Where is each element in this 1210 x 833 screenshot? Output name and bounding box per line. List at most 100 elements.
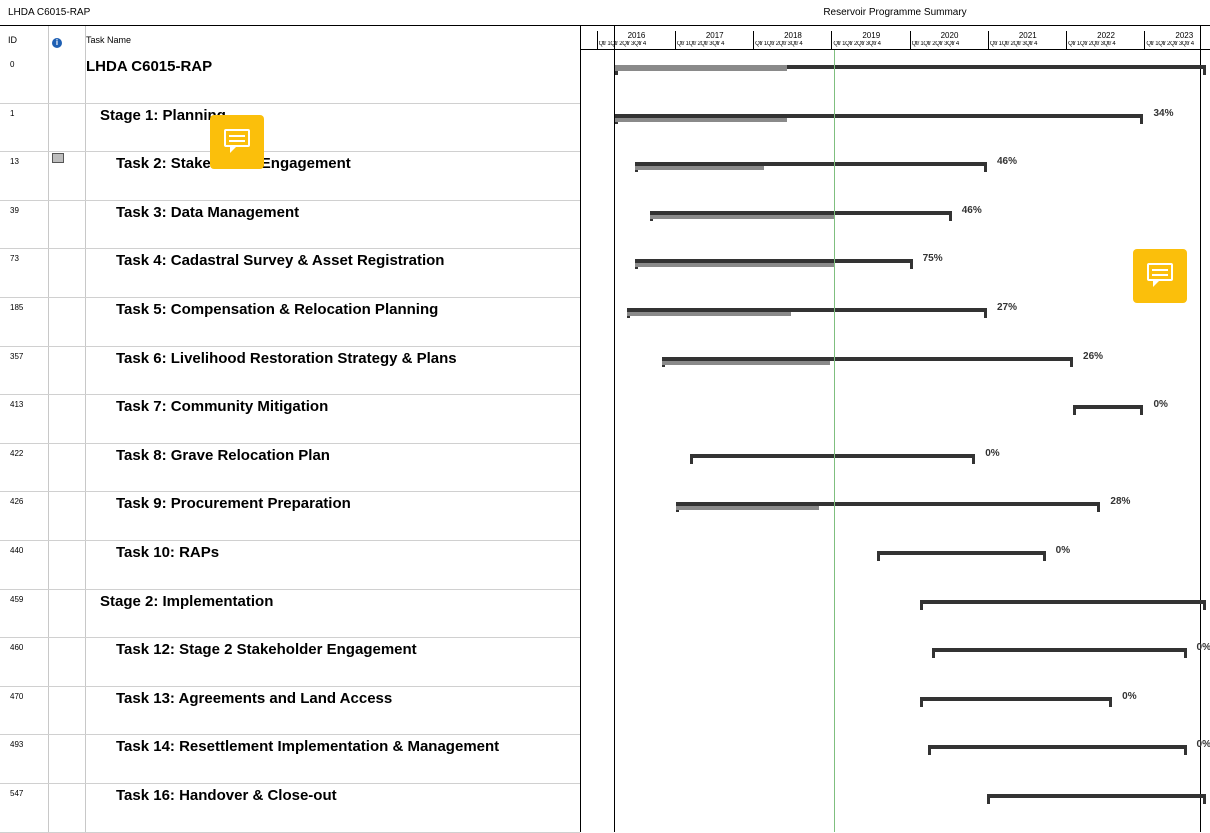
row-divider [0, 491, 580, 493]
task-id[interactable]: 459 [10, 595, 23, 604]
gantt-bar[interactable] [689, 453, 976, 458]
row-divider [0, 637, 580, 639]
gantt-bar-end-cap [909, 259, 913, 270]
task-name[interactable]: Task 5: Compensation & Relocation Planni… [116, 301, 438, 318]
timescale-divider [580, 49, 1210, 50]
row-divider [0, 734, 580, 736]
task-name[interactable]: Task 7: Community Mitigation [116, 398, 328, 415]
task-name[interactable]: Task 10: RAPs [116, 544, 219, 561]
gantt-bar-end-cap [1203, 65, 1207, 75]
percent-complete-label: 34% [1153, 107, 1174, 119]
row-divider [0, 442, 580, 444]
task-name[interactable]: Task 12: Stage 2 Stakeholder Engagement [116, 641, 417, 658]
percent-complete-label: 0% [1196, 739, 1210, 751]
timescale-year-label: 2020 [940, 31, 959, 40]
row-divider [0, 151, 580, 153]
percent-complete-label: 0% [1153, 399, 1168, 411]
task-name[interactable]: Task 8: Grave Relocation Plan [116, 447, 330, 464]
task-name[interactable]: Task 9: Procurement Preparation [116, 495, 351, 512]
row-divider [0, 199, 580, 201]
task-id[interactable]: 440 [10, 546, 23, 555]
timescale-quarter-labels: Qtr 1Qtr 2Qtr 3Qtr 4 [833, 41, 881, 47]
task-id[interactable]: 39 [10, 206, 19, 215]
gantt-bar-start-cap [932, 648, 936, 659]
gantt-progress-bar [615, 117, 788, 122]
percent-complete-label: 0% [1122, 690, 1137, 702]
task-name[interactable]: Task 13: Agreements and Land Access [116, 690, 392, 707]
column-header-task-name[interactable]: Task Name [86, 35, 131, 45]
task-name[interactable]: Task 6: Livelihood Restoration Strategy … [116, 350, 457, 367]
gantt-progress-bar [662, 360, 831, 365]
table-chart-divider[interactable] [580, 26, 581, 832]
gantt-progress-bar [615, 65, 788, 71]
task-name[interactable]: Task 16: Handover & Close-out [116, 787, 337, 804]
task-id[interactable]: 426 [10, 497, 23, 506]
gantt-bar[interactable] [877, 551, 1046, 555]
gantt-bar-end-cap [1097, 502, 1101, 513]
gantt-bar-end-cap [1070, 356, 1074, 367]
timescale-quarter-labels: Qtr 1Qtr 2Qtr 3Qtr 4 [755, 41, 803, 47]
comment-icon[interactable] [1133, 249, 1187, 303]
task-id[interactable]: 547 [10, 789, 23, 798]
task-id[interactable]: 470 [10, 692, 23, 701]
gantt-bar[interactable] [920, 696, 1113, 701]
task-id[interactable]: 0 [10, 60, 14, 69]
task-name[interactable]: Task 4: Cadastral Survey & Asset Registr… [116, 252, 444, 269]
task-name[interactable]: Task 14: Resettlement Implementation & M… [116, 738, 499, 755]
gantt-progress-bar [676, 506, 819, 511]
year-tick [831, 31, 833, 49]
year-tick [753, 31, 755, 49]
percent-complete-label: 26% [1083, 350, 1104, 362]
timescale-quarter-labels: Qtr 1Qtr 2Qtr 3Qtr 4 [989, 41, 1038, 47]
percent-complete-label: 0% [1196, 642, 1210, 654]
gantt-bar[interactable] [920, 599, 1207, 604]
row-divider [0, 588, 580, 590]
gantt-bar-start-cap [920, 599, 924, 610]
gantt-bar-end-cap [983, 162, 987, 173]
row-divider [0, 394, 580, 396]
timescale-year-label: 2018 [784, 31, 802, 40]
task-id[interactable]: 73 [10, 254, 19, 263]
gantt-bar-end-cap [1140, 113, 1144, 124]
gantt-bar-end-cap [1183, 745, 1187, 756]
info-icon[interactable]: i [52, 38, 62, 48]
year-tick [596, 31, 598, 49]
timescale-year-label: 2021 [1018, 31, 1037, 40]
year-tick [1144, 31, 1146, 49]
gantt-bar[interactable] [986, 794, 1207, 798]
timescale-year-label: 2016 [627, 31, 646, 40]
percent-complete-label: 46% [961, 204, 982, 216]
timescale-quarter-labels: Qtr 1Qtr 2Qtr 3Qtr 4 [911, 41, 960, 47]
year-tick [909, 31, 911, 49]
task-id[interactable]: 185 [10, 303, 23, 312]
percent-complete-label: 46% [996, 156, 1017, 168]
task-id[interactable]: 357 [10, 352, 23, 361]
timescale-quarter-labels: Qtr 1Qtr 2Qtr 3Qtr 4 [676, 41, 725, 47]
gantt-bar-start-cap [986, 794, 990, 804]
task-id[interactable]: 460 [10, 643, 23, 652]
gantt-bar[interactable] [928, 745, 1187, 750]
task-id[interactable]: 413 [10, 400, 23, 409]
column-header-id[interactable]: ID [8, 35, 17, 45]
summary-task-name[interactable]: LHDA C6015-RAP [86, 58, 212, 75]
task-name[interactable]: Task 3: Data Management [116, 204, 299, 221]
row-divider [0, 540, 580, 541]
task-id[interactable]: 13 [10, 157, 19, 166]
task-id[interactable]: 1 [10, 109, 14, 118]
comment-icon[interactable] [210, 115, 264, 169]
chart-boundary-line [1200, 26, 1201, 832]
summary-task-name[interactable]: Stage 1: Planning [100, 107, 226, 124]
gantt-bar-end-cap [1140, 405, 1144, 416]
document-title: LHDA C6015-RAP [8, 7, 91, 18]
gantt-bar[interactable] [1073, 405, 1144, 410]
timescale-quarter-labels: Qtr 1Qtr 2Qtr 3Qtr 4 [598, 41, 647, 47]
summary-task-name[interactable]: Stage 2: Implementation [100, 593, 273, 610]
gantt-bar[interactable] [932, 648, 1187, 653]
task-id[interactable]: 422 [10, 449, 23, 458]
column-divider [85, 26, 86, 832]
chart-title: Reservoir Programme Summary [823, 7, 967, 18]
row-divider [0, 102, 580, 104]
task-id[interactable]: 493 [10, 740, 23, 749]
note-icon[interactable] [52, 153, 64, 163]
gantt-bar-start-cap [1073, 405, 1077, 416]
